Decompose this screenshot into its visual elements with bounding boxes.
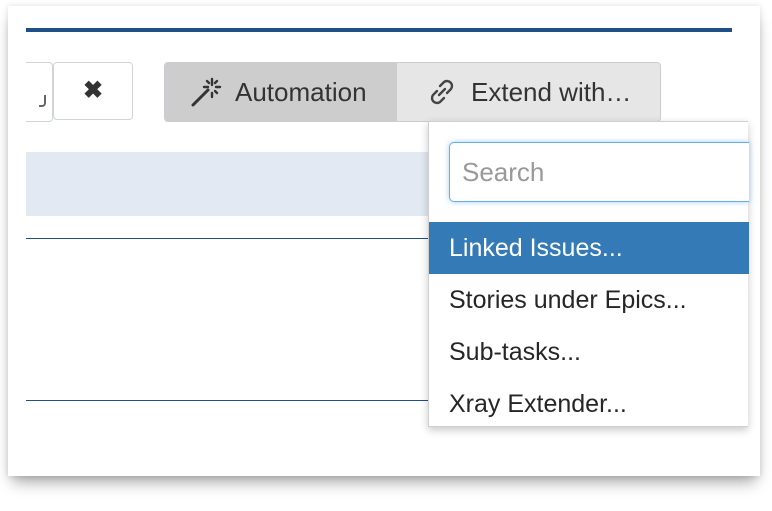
menu-item-sub-tasks[interactable]: Sub-tasks... [429,326,749,378]
menu-item-stories-under-epics[interactable]: Stories under Epics... [429,274,749,326]
row-divider [26,400,436,401]
row-divider [26,238,436,239]
link-icon [425,75,459,109]
extend-with-label: Extend with… [471,76,632,107]
partial-toolbar-button[interactable] [26,62,53,122]
menu-item-linked-issues[interactable]: Linked Issues... [429,222,749,274]
magic-wand-icon [189,75,223,109]
menu-item-label: Stories under Epics... [449,285,687,314]
menu-item-label: Sub-tasks... [449,337,581,366]
screenshot-frame: ✖ Automation Extend with… Search Linked … [8,6,760,476]
close-icon: ✖ [82,77,104,104]
close-button[interactable]: ✖ [53,62,133,120]
automation-label: Automation [235,76,367,107]
extend-with-button[interactable]: Extend with… [397,63,660,121]
toolbar-button-group: Automation Extend with… [164,62,661,122]
search-input[interactable] [449,142,749,202]
extend-dropdown-menu: Linked Issues... Stories under Epics... … [428,121,749,430]
automation-button[interactable]: Automation [165,63,397,121]
menu-item-label: Xray Extender... [449,389,627,418]
menu-item-label: Linked Issues... [449,233,623,262]
menu-item-xray-extender[interactable]: Xray Extender... [429,378,749,430]
top-accent-bar [26,28,732,32]
